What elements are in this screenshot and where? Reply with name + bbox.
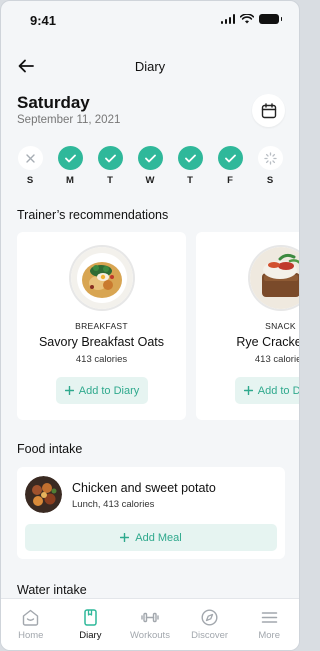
tab-label: More <box>258 630 280 641</box>
wifi-icon <box>240 14 254 24</box>
food-item-name: Chicken and sweet potato <box>72 481 216 495</box>
add-meal-button[interactable]: Add Meal <box>25 524 277 551</box>
day-letter: T <box>187 175 193 186</box>
status-bar: 9:41 <box>1 1 299 39</box>
add-to-diary-label: Add to Diary <box>257 384 300 397</box>
plus-icon <box>64 386 74 395</box>
day-status-pending <box>257 146 283 170</box>
day-status-done <box>97 146 123 170</box>
chicken-sweet-potato-image <box>25 476 62 513</box>
tab-more[interactable]: More <box>239 599 299 650</box>
status-time: 9:41 <box>30 13 57 28</box>
day-status-done <box>177 146 203 170</box>
recommendation-card[interactable]: SNACK Rye Crackers w 413 calories Add to… <box>196 232 300 420</box>
status-icons <box>220 14 282 24</box>
day-letter: W <box>145 175 155 186</box>
recommendation-card[interactable]: BREAKFAST Savory Breakfast Oats 413 calo… <box>17 232 186 420</box>
rye-crackers-image <box>249 247 299 309</box>
home-icon <box>22 608 40 626</box>
day-letter: M <box>66 175 74 186</box>
day-letter: T <box>107 175 113 186</box>
check-icon <box>104 154 116 162</box>
compass-icon <box>201 608 219 626</box>
food-intake-card: Chicken and sweet potato Lunch, 413 calo… <box>17 467 285 559</box>
meal-name: Savory Breakfast Oats <box>38 335 165 349</box>
tab-label: Discover <box>191 630 229 641</box>
x-icon <box>25 153 35 163</box>
plus-icon <box>120 533 130 542</box>
check-icon <box>144 154 156 162</box>
water-intake-title: Water intake <box>17 583 87 597</box>
dumbbell-icon <box>141 608 159 626</box>
signal-icon <box>220 14 235 24</box>
tab-home[interactable]: Home <box>1 599 61 650</box>
selected-date: September 11, 2021 <box>17 114 121 126</box>
battery-icon <box>259 14 282 24</box>
day-wednesday[interactable]: W <box>137 146 163 186</box>
add-meal-label: Add Meal <box>135 531 182 544</box>
recommendations-title: Trainer’s recommendations <box>17 208 169 222</box>
day-thursday[interactable]: T <box>177 146 203 186</box>
day-letter: S <box>26 175 34 186</box>
recommendations-carousel[interactable]: BREAKFAST Savory Breakfast Oats 413 calo… <box>17 232 300 420</box>
add-to-diary-button[interactable]: Add to Diary <box>235 377 300 404</box>
day-status-done <box>217 146 243 170</box>
tab-workouts[interactable]: Workouts <box>120 599 180 650</box>
calendar-button[interactable] <box>252 94 285 127</box>
day-saturday[interactable]: S <box>257 146 283 186</box>
menu-icon <box>260 608 278 626</box>
day-monday[interactable]: M <box>57 146 83 186</box>
tab-label: Home <box>18 630 44 641</box>
phone-screen: 9:41 Diary Saturday September 11, 2021 S… <box>0 0 300 651</box>
day-status-done <box>137 146 163 170</box>
selected-day: Saturday <box>17 93 90 112</box>
food-item-details: Lunch, 413 calories <box>72 499 155 510</box>
meal-calories: 413 calories <box>254 354 299 365</box>
add-to-diary-button[interactable]: Add to Diary <box>56 377 148 404</box>
food-intake-title: Food intake <box>17 442 83 456</box>
day-friday[interactable]: F <box>217 146 243 186</box>
header: Diary <box>1 53 299 81</box>
meal-type: BREAKFAST <box>75 321 128 331</box>
day-tuesday[interactable]: T <box>97 146 123 186</box>
add-to-diary-label: Add to Diary <box>78 384 140 397</box>
tab-label: Workouts <box>130 630 170 641</box>
day-letter: F <box>227 175 233 186</box>
loading-spinner-icon <box>263 151 277 165</box>
page-title: Diary <box>134 59 166 74</box>
day-letter: S <box>266 175 274 186</box>
day-sunday[interactable]: S <box>17 146 43 186</box>
tab-label: Diary <box>79 630 102 641</box>
day-status-done <box>57 146 83 170</box>
meal-name: Rye Crackers w <box>236 335 299 349</box>
check-icon <box>64 154 76 162</box>
check-icon <box>184 154 196 162</box>
meal-calories: 413 calories <box>75 354 128 365</box>
week-strip: S M T W T F S <box>17 146 283 186</box>
check-icon <box>224 154 236 162</box>
tab-diary[interactable]: Diary <box>61 599 121 650</box>
plus-icon <box>243 386 253 395</box>
day-status-missed <box>17 146 43 170</box>
calendar-icon <box>261 102 276 118</box>
bottom-tab-bar: Home Diary Workouts Discover More <box>1 598 299 650</box>
diary-icon <box>81 608 99 626</box>
tab-discover[interactable]: Discover <box>180 599 240 650</box>
oats-bowl-image <box>70 247 133 309</box>
meal-type: SNACK <box>265 321 296 331</box>
